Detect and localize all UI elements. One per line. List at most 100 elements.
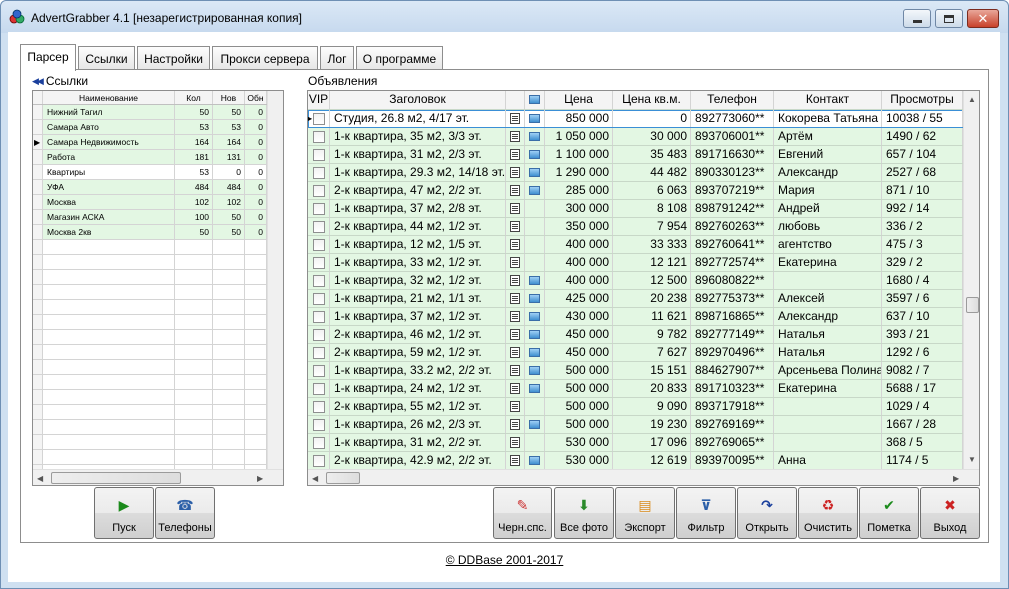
vip-checkbox[interactable] [313, 221, 325, 233]
vip-checkbox[interactable] [313, 383, 325, 395]
col-new[interactable]: Нов [213, 91, 245, 104]
minimize-button[interactable] [903, 9, 931, 28]
phones-button[interactable]: ☎ Телефоны [155, 487, 215, 539]
ads-hscroll-thumb[interactable] [326, 472, 360, 484]
export-button[interactable]: ▤ Экспорт [615, 487, 675, 539]
ad-row[interactable]: 1-к квартира, 21 м2, 1/1 эт. 425 000 20 23… [308, 290, 963, 308]
document-icon[interactable] [510, 113, 520, 124]
col-price-sqm[interactable]: Цена кв.м. [613, 91, 691, 109]
document-icon[interactable] [510, 437, 520, 448]
vip-checkbox[interactable] [313, 275, 325, 287]
clear-button[interactable]: ♻ Очистить [798, 487, 858, 539]
photo-icon[interactable] [529, 150, 540, 159]
tab-proxy[interactable]: Прокси сервера [212, 46, 318, 70]
link-row[interactable]: ▶ Самара Недвижимость 164 164 0 [33, 135, 267, 150]
vip-checkbox[interactable] [313, 185, 325, 197]
document-icon[interactable] [510, 167, 520, 178]
scroll-up-icon[interactable]: ▲ [968, 95, 976, 104]
col-phone[interactable]: Телефон [691, 91, 774, 109]
tab-about[interactable]: О программе [356, 46, 443, 70]
vip-checkbox[interactable] [313, 437, 325, 449]
vip-checkbox[interactable] [313, 329, 325, 341]
link-row[interactable]: Москва 2кв 50 50 0 [33, 225, 267, 240]
vip-checkbox[interactable] [313, 311, 325, 323]
links-horizontal-scrollbar[interactable]: ◀ ▶ [33, 469, 283, 485]
document-icon[interactable] [510, 383, 520, 394]
col-photo-flag[interactable] [525, 91, 545, 109]
blacklist-button[interactable]: ✎ Черн.спс. [493, 487, 552, 539]
col-title[interactable]: Заголовок [330, 91, 506, 109]
ad-row[interactable]: 1-к квартира, 26 м2, 2/3 эт. 500 000 19 23… [308, 416, 963, 434]
photo-icon[interactable] [529, 384, 540, 393]
copyright-link[interactable]: © DDBase 2001-2017 [0, 553, 1009, 567]
open-button[interactable]: ↷ Открыть [737, 487, 797, 539]
col-count[interactable]: Кол [175, 91, 213, 104]
document-icon[interactable] [510, 275, 520, 286]
vip-checkbox[interactable] [313, 293, 325, 305]
tab-links[interactable]: Ссылки [78, 46, 135, 70]
vip-checkbox[interactable] [313, 203, 325, 215]
vip-checkbox[interactable] [313, 113, 325, 125]
photo-icon[interactable] [529, 294, 540, 303]
ads-vscroll-thumb[interactable] [966, 297, 979, 313]
col-text-flag[interactable] [506, 91, 525, 109]
vip-checkbox[interactable] [313, 239, 325, 251]
vip-checkbox[interactable] [313, 455, 325, 467]
document-icon[interactable] [510, 239, 520, 250]
photo-icon[interactable] [529, 420, 540, 429]
document-icon[interactable] [510, 419, 520, 430]
vip-checkbox[interactable] [313, 347, 325, 359]
link-row[interactable]: Магазин АСКА 100 50 0 [33, 210, 267, 225]
photo-icon[interactable] [529, 276, 540, 285]
filter-button[interactable]: ⊽ Фильтр [676, 487, 736, 539]
link-row[interactable]: Самара Авто 53 53 0 [33, 120, 267, 135]
vip-checkbox[interactable] [313, 365, 325, 377]
links-hscroll-thumb[interactable] [51, 472, 181, 484]
photo-icon[interactable] [529, 312, 540, 321]
ad-row[interactable]: 1-к квартира, 12 м2, 1/5 эт. 400 000 33 33… [308, 236, 963, 254]
collapse-icon[interactable]: ◀◀ [32, 76, 44, 87]
document-icon[interactable] [510, 203, 520, 214]
col-price[interactable]: Цена [545, 91, 613, 109]
ad-row[interactable]: 2-к квартира, 42.9 м2, 2/2 эт. 530 000 12 … [308, 452, 963, 470]
document-icon[interactable] [510, 329, 520, 340]
scroll-right-icon[interactable]: ▶ [953, 474, 959, 483]
ads-horizontal-scrollbar[interactable]: ◀ ▶ [308, 469, 979, 485]
document-icon[interactable] [510, 131, 520, 142]
vip-checkbox[interactable] [313, 131, 325, 143]
exit-button[interactable]: ✖ Выход [920, 487, 980, 539]
col-vip[interactable]: VIP [308, 91, 330, 109]
mark-button[interactable]: ✔ Пометка [859, 487, 919, 539]
links-grid[interactable]: Наименование Кол Нов Обн Нижний Тагил 50 5… [32, 90, 284, 486]
scroll-down-icon[interactable]: ▼ [968, 455, 976, 464]
links-vertical-scrollbar[interactable] [267, 91, 283, 469]
ad-row[interactable]: 2-к квартира, 46 м2, 1/2 эт. 450 000 9 782… [308, 326, 963, 344]
vip-checkbox[interactable] [313, 167, 325, 179]
col-updated[interactable]: Обн [245, 91, 267, 104]
all-photos-button[interactable]: ⬇ Все фото [554, 487, 614, 539]
ad-row[interactable]: 1-к квартира, 37 м2, 2/8 эт. 300 000 8 108… [308, 200, 963, 218]
link-row[interactable]: Москва 102 102 0 [33, 195, 267, 210]
photo-icon[interactable] [529, 168, 540, 177]
scroll-left-icon[interactable]: ◀ [312, 474, 318, 483]
col-name[interactable]: Наименование [43, 91, 175, 104]
document-icon[interactable] [510, 257, 520, 268]
document-icon[interactable] [510, 149, 520, 160]
col-views[interactable]: Просмотры [882, 91, 963, 109]
photo-icon[interactable] [529, 186, 540, 195]
document-icon[interactable] [510, 365, 520, 376]
ads-grid[interactable]: VIP Заголовок Цена Цена кв.м. Телефон Ко… [307, 90, 980, 486]
photo-icon[interactable] [529, 366, 540, 375]
link-row[interactable]: Квартиры 53 0 0 [33, 165, 267, 180]
ad-row[interactable]: 1-к квартира, 31 м2, 2/2 эт. 530 000 17 09… [308, 434, 963, 452]
photo-icon[interactable] [529, 456, 540, 465]
document-icon[interactable] [510, 311, 520, 322]
start-button[interactable]: ▶ Пуск [94, 487, 154, 539]
document-icon[interactable] [510, 347, 520, 358]
vip-checkbox[interactable] [313, 401, 325, 413]
document-icon[interactable] [510, 185, 520, 196]
document-icon[interactable] [510, 455, 520, 466]
tab-log[interactable]: Лог [320, 46, 354, 70]
scroll-left-icon[interactable]: ◀ [37, 474, 43, 483]
ad-row[interactable]: 1-к квартира, 31 м2, 2/3 эт. 1 100 000 35 … [308, 146, 963, 164]
